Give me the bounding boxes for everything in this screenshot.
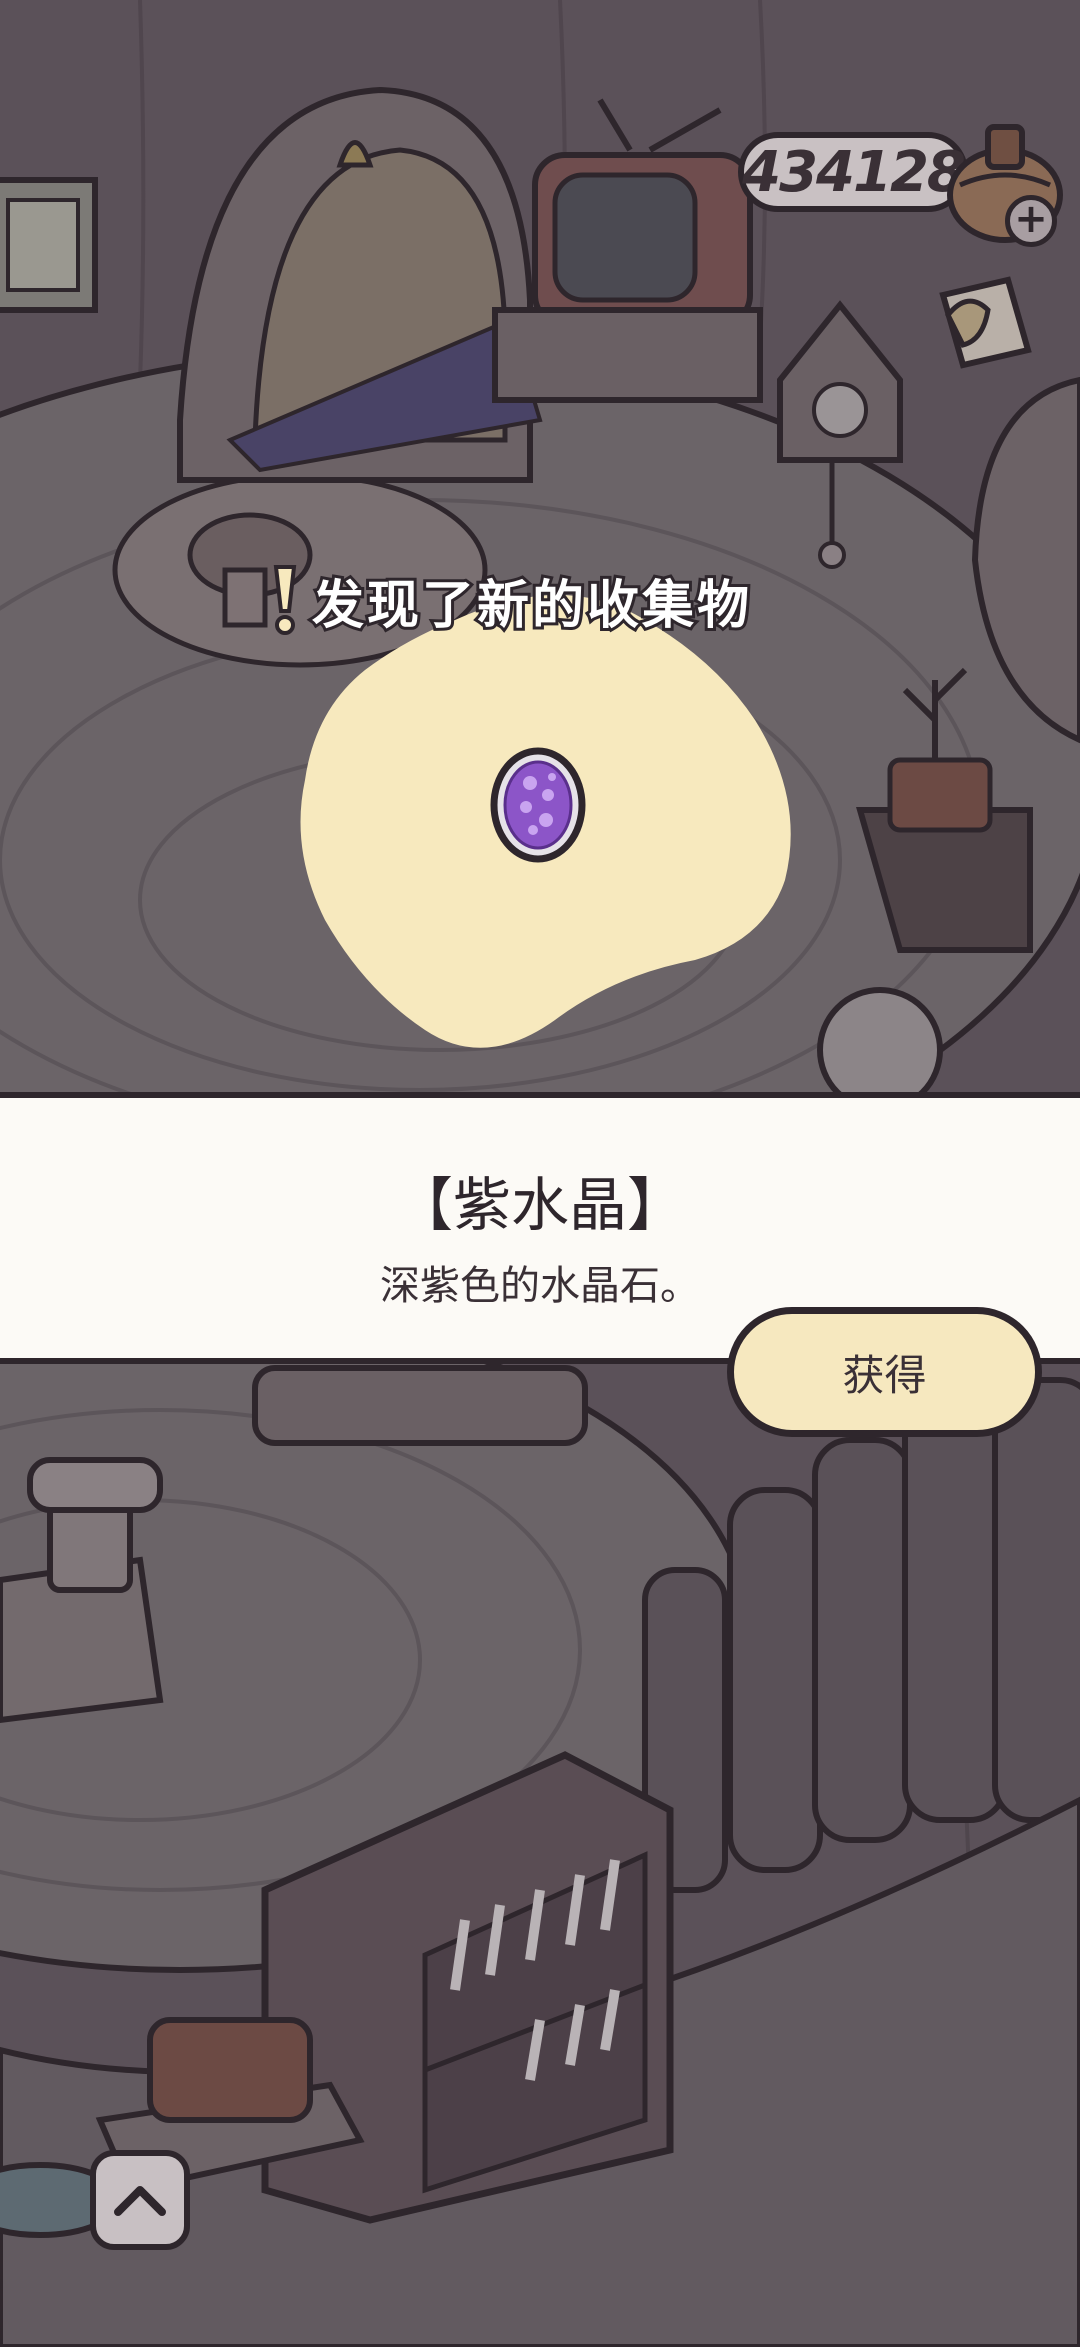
- coin-count: 434128: [742, 139, 966, 205]
- discovery-title: 发现了新的收集物: [309, 573, 753, 639]
- mail-icon[interactable]: [928, 270, 1038, 375]
- expand-menu-button[interactable]: [90, 2150, 190, 2250]
- exclamation-icon: [273, 565, 297, 635]
- chevron-up-icon: [114, 2186, 166, 2216]
- amethyst-icon: [490, 747, 586, 863]
- game-screen: 434128 + 发现了新的收集物 【紫水晶】 深紫色的水晶石。 获得: [0, 0, 1080, 2347]
- plus-icon: +: [1014, 196, 1048, 242]
- obtain-button-label: 获得: [842, 1350, 927, 1400]
- add-coins-button[interactable]: +: [1005, 195, 1057, 247]
- obtain-button[interactable]: 获得: [727, 1307, 1042, 1437]
- item-description: 深紫色的水晶石。: [380, 1263, 700, 1309]
- coin-counter[interactable]: 434128: [738, 132, 968, 212]
- discovery-banner: 发现了新的收集物: [270, 560, 830, 640]
- item-name: 【紫水晶】: [394, 1171, 685, 1239]
